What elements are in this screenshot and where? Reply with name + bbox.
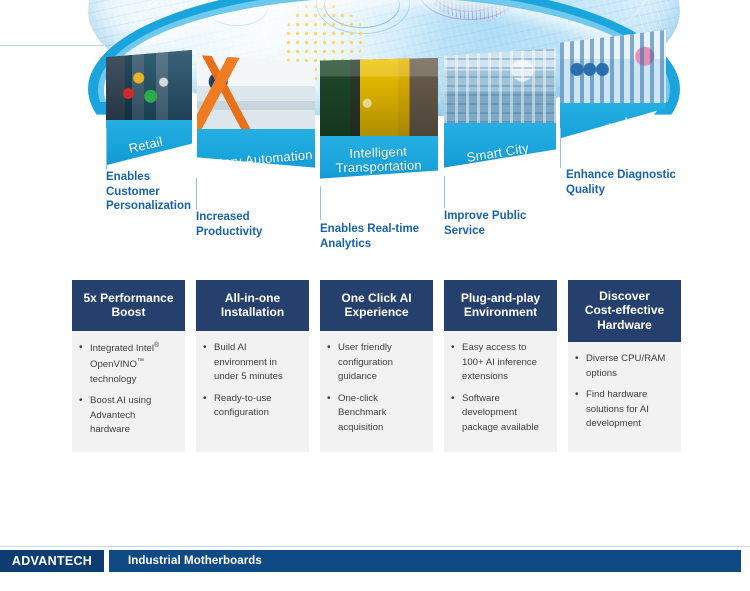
feature-card[interactable]: 5x Performance Boost Integrated Intel® O…: [72, 280, 185, 452]
feature-card-body: Integrated Intel® OpenVINO™ technology Bo…: [72, 331, 185, 455]
leader-line-factory: [196, 178, 197, 210]
feature-card-title: 5x Performance Boost: [72, 280, 185, 331]
feature-bullet: Software development package available: [451, 391, 549, 436]
feature-bullet-list: Build AI environment in under 5 minutes R…: [203, 340, 301, 421]
feature-bullet-list: Easy access to 100+ AI inference extensi…: [451, 340, 549, 436]
feature-bullet: User friendly configuration guidance: [327, 340, 425, 385]
transport-photo: [320, 58, 438, 136]
callout-factory: Increased Productivity: [196, 211, 263, 238]
feature-card[interactable]: All-in-one Installation Build AI environ…: [196, 280, 309, 452]
feature-bullet: Build AI environment in under 5 minutes: [203, 340, 301, 385]
footer-divider: [0, 546, 750, 547]
feature-card[interactable]: Plug-and-play Environment Easy access to…: [444, 280, 557, 452]
feature-card-body: User friendly configuration guidance One-…: [320, 331, 433, 452]
leader-line-medical: [560, 128, 561, 168]
feature-card-body: Diverse CPU/RAM options Find hardware sol…: [568, 342, 681, 452]
callout-transport: Enables Real-time Analytics: [320, 223, 420, 250]
feature-card-title: Plug-and-play Environment: [444, 280, 557, 331]
feature-card[interactable]: Discover Cost-effective Hardware Diverse…: [568, 280, 681, 452]
feature-bullet-list: Diverse CPU/RAM options Find hardware sol…: [575, 351, 673, 432]
leader-line-retail: [106, 128, 107, 170]
leader-line-transport: [320, 186, 321, 220]
feature-bullet: Easy access to 100+ AI inference extensi…: [451, 340, 549, 385]
leader-line-city: [444, 176, 445, 208]
feature-bullet-list: User friendly configuration guidance One-…: [327, 340, 425, 436]
feature-card-title: Discover Cost-effective Hardware: [568, 280, 681, 343]
feature-card-title: All-in-one Installation: [196, 280, 309, 331]
factory-photo: [197, 55, 315, 130]
feature-bullet: Find hardware solutions for AI developme…: [575, 387, 673, 432]
footer-title-block: Industrial Motherboards: [109, 550, 741, 572]
segment-label-intelligent-transportation: Intelligent Transportation: [335, 143, 423, 176]
medical-photo: [560, 30, 666, 104]
smart-city-photo: [444, 48, 556, 124]
feature-card-body: Easy access to 100+ AI inference extensi…: [444, 331, 557, 452]
feature-bullet: One-click Benchmark acquisition: [327, 391, 425, 436]
feature-bullet: Diverse CPU/RAM options: [575, 351, 673, 381]
feature-card-title: One Click AI Experience: [320, 280, 433, 331]
footer-bar: ADVANTECH Industrial Motherboards: [0, 550, 741, 572]
callout-medical: Enhance Diagnostic Quality: [566, 169, 676, 196]
footer: ADVANTECH Industrial Motherboards: [0, 546, 750, 591]
callout-city: Improve Public Service: [444, 210, 527, 237]
advantech-logo[interactable]: ADVANTECH: [0, 550, 104, 572]
callout-retail: Enables Customer Personalization: [106, 171, 191, 213]
feature-bullet: Integrated Intel® OpenVINO™ technology: [79, 340, 177, 387]
feature-bullet-list: Integrated Intel® OpenVINO™ technology Bo…: [79, 340, 177, 438]
footer-title: Industrial Motherboards: [128, 555, 262, 567]
feature-card-body: Build AI environment in under 5 minutes R…: [196, 331, 309, 452]
advantech-logo-text: ADVANTECH: [11, 554, 93, 568]
hero-illustration: Retail Factory Automation Intelligent Tr…: [0, 0, 750, 262]
feature-card-list: 5x Performance Boost Integrated Intel® O…: [72, 280, 682, 452]
feature-bullet: Boost AI using Advantech hardware: [79, 393, 177, 438]
feature-bullet: Ready-to-use configuration: [203, 391, 301, 421]
retail-photo: [106, 50, 192, 120]
feature-card[interactable]: One Click AI Experience User friendly co…: [320, 280, 433, 452]
